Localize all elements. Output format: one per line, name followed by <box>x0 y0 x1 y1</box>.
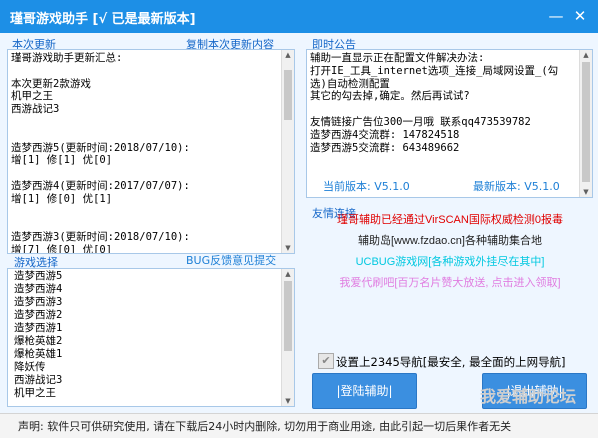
game-list-item[interactable]: 造梦西游1 <box>14 322 62 335</box>
update_text-line: 本次更新2款游戏 <box>11 77 91 90</box>
bug-feedback-link[interactable]: BUG反馈意见提交 <box>186 252 276 268</box>
scroll-down-icon[interactable]: ▼ <box>282 243 294 253</box>
main-panel: 本次更新 复制本次更新内容 瑾哥游戏助手更新汇总: 本次更新2款游戏 机甲之王 西游… <box>0 33 598 438</box>
scroll-thumb[interactable] <box>582 62 590 182</box>
scroll-up-icon[interactable]: ▲ <box>580 50 592 60</box>
update_text-line: 造梦西游4(更新时间:2017/07/07): <box>11 179 190 192</box>
update_text-line: 造梦西游3(更新时间:2018/07/10): <box>11 231 190 244</box>
scroll-down-icon[interactable]: ▼ <box>282 396 294 406</box>
friend-links-area: 瑾哥辅助已经通过VirSCAN国际权威检测0报毒 辅助岛[www.fzdao.cn… <box>308 211 592 351</box>
update_text-line: 瑾哥游戏助手更新汇总: <box>11 52 123 64</box>
update-scrollbar[interactable]: ▲ ▼ <box>281 50 294 253</box>
update-content: 瑾哥游戏助手更新汇总: 本次更新2款游戏 机甲之王 西游战记3 造梦西游5(更新时间… <box>11 52 278 253</box>
notice-content: 辅助一直显示正在配置文件解决办法: 打开IE_工具_internet选项_连接_局… <box>310 52 576 154</box>
notice_text-line: 友情链接广告位300一月哦 联系qq473539782 <box>310 115 531 128</box>
window-title: 瑾哥游戏助手 [√ 已是最新版本] <box>10 12 196 27</box>
game-list-item[interactable]: 爆枪英雄2 <box>14 335 62 348</box>
scroll-down-icon[interactable]: ▼ <box>580 187 592 197</box>
friend-link[interactable]: 我爱代刷吧[百万名片赞大放送, 点击进入领取] <box>308 274 592 290</box>
notice_text-line: 打开IE_工具_internet选项_连接_局域网设置_(勾 <box>310 64 559 77</box>
game-list-item[interactable]: 造梦西游4 <box>14 283 62 296</box>
update_text-line <box>11 129 278 142</box>
game-list[interactable]: 造梦西游5 造梦西游4 造梦西游3 造梦西游2 造梦西游1 爆枪英雄2 爆枪英雄1 降妖传 西游… <box>7 268 295 407</box>
login-button[interactable]: |登陆辅助| <box>312 373 417 409</box>
game-scrollbar[interactable]: ▲ ▼ <box>281 269 294 406</box>
watermark: 我爱辅助论坛 <box>480 387 577 406</box>
footer-disclaimer: 声明: 软件只可供研究使用, 请在下载后24小时内删除, 切勿用于商业用途, 由… <box>18 420 512 433</box>
update_text-line <box>11 65 278 78</box>
scroll-up-icon[interactable]: ▲ <box>282 50 294 60</box>
update_text-line <box>11 218 278 231</box>
game-list-item[interactable]: 降妖传 <box>14 361 62 374</box>
scroll-thumb[interactable] <box>284 70 292 120</box>
nav-checkbox[interactable]: ✔ <box>318 353 334 369</box>
notice_text-line: 其它的勾去掉,确定。然后再试试? <box>310 90 470 103</box>
footer-bar: 声明: 软件只可供研究使用, 请在下载后24小时内删除, 切勿用于商业用途, 由… <box>0 413 598 438</box>
notice_text-line: 选)自动检测配置 <box>310 77 390 90</box>
update_text-line: 增[1] 修[0] 优[1] <box>11 192 113 205</box>
minimize-button[interactable]: — <box>544 5 568 27</box>
notice_text-line: 造梦西游5交流群: 643489662 <box>310 141 460 154</box>
update-textbox[interactable]: 瑾哥游戏助手更新汇总: 本次更新2款游戏 机甲之王 西游战记3 造梦西游5(更新时间… <box>7 49 295 254</box>
notice_text-line <box>310 103 576 116</box>
update_text-line: 造梦西游5(更新时间:2018/07/10): <box>11 141 190 154</box>
notice-box: 辅助一直显示正在配置文件解决办法: 打开IE_工具_internet选项_连接_局… <box>306 49 593 198</box>
latest-version: 最新版本: V5.1.0 <box>473 180 560 193</box>
notice_text-line: 造梦西游4交流群: 147824518 <box>310 128 460 141</box>
friend-link[interactable]: 辅助岛[www.fzdao.cn]各种辅助集合地 <box>308 232 592 248</box>
notice_text-line: 辅助一直显示正在配置文件解决办法: <box>310 52 485 64</box>
update_text-line <box>11 206 278 219</box>
game-list-item[interactable]: 爆枪英雄1 <box>14 348 62 361</box>
game-list-item[interactable]: 西游战记3 <box>14 374 62 387</box>
friend-link[interactable]: UCBUG游戏网[各种游戏外挂尽在其中] <box>308 253 592 269</box>
close-button[interactable]: ✕ <box>568 5 592 27</box>
update_text-line: 西游战记3 <box>11 103 60 116</box>
game-list-item[interactable]: 造梦西游3 <box>14 296 62 309</box>
game-list-item[interactable]: 造梦西游2 <box>14 309 62 322</box>
current-version: 当前版本: V5.1.0 <box>323 180 410 193</box>
scroll-up-icon[interactable]: ▲ <box>282 269 294 279</box>
update_text-line <box>11 116 278 129</box>
nav-checkbox-label: 设置上2345导航[最安全, 最全面的上网导航] <box>336 355 566 369</box>
update_text-line: 增[1] 修[1] 优[0] <box>11 154 113 167</box>
notice-scrollbar[interactable]: ▲ ▼ <box>579 50 592 197</box>
update_text-line: 机甲之王 <box>11 90 53 103</box>
scroll-thumb[interactable] <box>284 281 292 351</box>
friend-link[interactable]: 瑾哥辅助已经通过VirSCAN国际权威检测0报毒 <box>308 211 592 227</box>
game-list-item[interactable]: 造梦西游5 <box>14 270 62 283</box>
game-list-item[interactable]: 机甲之王 <box>14 387 62 400</box>
game-list-items: 造梦西游5 造梦西游4 造梦西游3 造梦西游2 造梦西游1 爆枪英雄2 爆枪英雄1 降妖传 西游… <box>14 270 62 400</box>
title-bar: 瑾哥游戏助手 [√ 已是最新版本] — ✕ <box>0 0 598 33</box>
update_text-line <box>11 167 278 180</box>
